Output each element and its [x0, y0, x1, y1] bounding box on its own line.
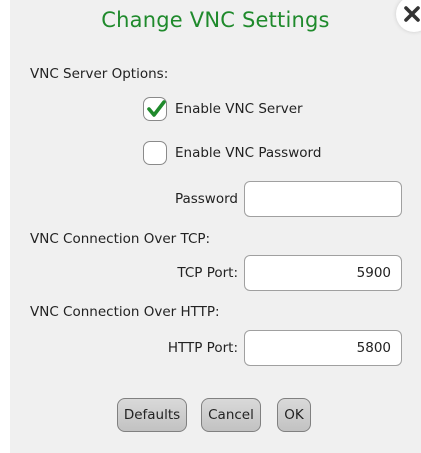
tcp-section-label: VNC Connection Over TCP: — [30, 231, 211, 247]
vnc-settings-dialog: Change VNC Settings VNC Server Options: … — [10, 0, 421, 453]
checkmark-icon — [147, 100, 166, 117]
dialog-title: Change VNC Settings — [101, 8, 330, 32]
http-port-input[interactable]: 5800 — [244, 330, 402, 366]
enable-vnc-server-checkbox[interactable] — [143, 97, 167, 121]
server-options-section-label: VNC Server Options: — [30, 66, 169, 82]
tcp-port-input[interactable]: 5900 — [244, 255, 402, 291]
enable-vnc-password-checkbox[interactable] — [143, 141, 167, 165]
http-section-label: VNC Connection Over HTTP: — [30, 304, 220, 320]
password-label: Password — [174, 191, 238, 207]
cancel-button[interactable]: Cancel — [201, 398, 261, 432]
close-icon — [404, 6, 420, 22]
defaults-button[interactable]: Defaults — [117, 398, 187, 432]
http-port-label: HTTP Port: — [167, 340, 238, 356]
password-input[interactable] — [244, 181, 402, 217]
enable-vnc-server-label[interactable]: Enable VNC Server — [175, 101, 303, 117]
ok-button[interactable]: OK — [277, 398, 311, 432]
enable-vnc-password-label[interactable]: Enable VNC Password — [175, 145, 321, 161]
tcp-port-label: TCP Port: — [177, 265, 238, 281]
